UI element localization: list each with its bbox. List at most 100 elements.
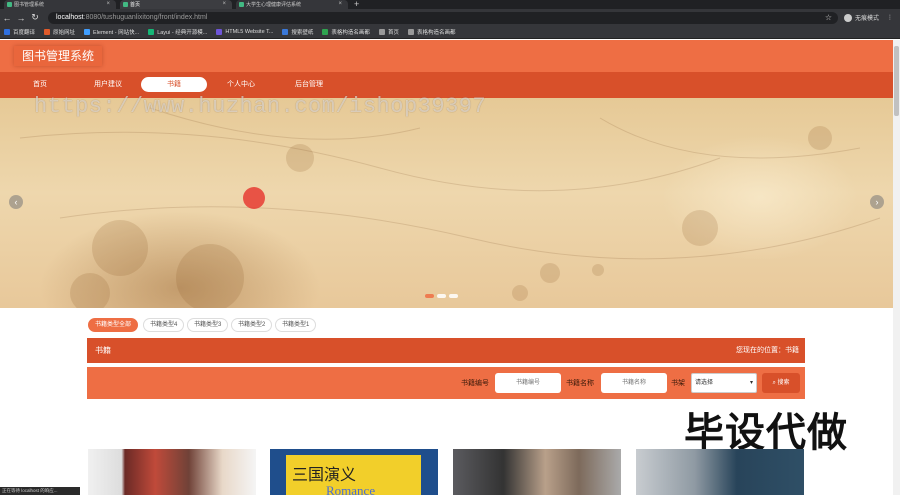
bookmark-label: HTML5 Website T... bbox=[225, 29, 274, 35]
tab-label: 首页 bbox=[130, 2, 141, 8]
vue-favicon-icon bbox=[123, 2, 128, 7]
vue-favicon-icon bbox=[7, 2, 12, 7]
status-bar: 正在等待 localhost 的响应... bbox=[0, 487, 80, 495]
category-chip[interactable]: 书籍类型3 bbox=[187, 318, 229, 332]
carousel-dot[interactable] bbox=[437, 294, 446, 298]
carousel-dot[interactable] bbox=[449, 294, 458, 298]
parchment-texture bbox=[19, 107, 881, 308]
site-logo: 图书管理系统 bbox=[14, 46, 103, 66]
profile-label: 无痕模式 bbox=[855, 16, 880, 22]
nav-item-home[interactable]: 首页 bbox=[18, 77, 62, 92]
close-icon[interactable]: × bbox=[338, 1, 342, 7]
page-scrollbar[interactable] bbox=[893, 40, 900, 495]
bookmark-item[interactable]: 原始网址 bbox=[44, 28, 75, 36]
tab-label: 大学生心理健康评估系统 bbox=[246, 2, 302, 8]
bookmark-item[interactable]: 表格构造名画都 bbox=[322, 28, 370, 36]
search-icon: ⌕ bbox=[772, 380, 776, 386]
bookmark-item[interactable]: 表格构造名画都 bbox=[407, 28, 456, 36]
bookmark-item[interactable]: HTML5 Website T... bbox=[216, 29, 273, 35]
bookmark-favicon-icon bbox=[282, 29, 289, 35]
search-button[interactable]: ⌕ 搜索 bbox=[762, 373, 800, 393]
bookmark-favicon-icon bbox=[322, 29, 329, 35]
carousel-dot[interactable] bbox=[425, 294, 434, 298]
carousel-indicators bbox=[425, 294, 458, 298]
book-code-input[interactable] bbox=[495, 373, 561, 393]
browser-tab[interactable]: 大学生心理健康评估系统 × bbox=[236, 0, 348, 9]
url-path: :8080/tushuguanlixitong/front/index.html bbox=[83, 14, 208, 21]
back-arrow-icon[interactable]: ← bbox=[0, 13, 14, 23]
site-header bbox=[0, 40, 893, 72]
bookmark-label: Layui - 经典开源模... bbox=[157, 30, 208, 36]
bookmark-label: Element - 网站快... bbox=[93, 30, 140, 36]
bookmark-favicon-icon bbox=[148, 29, 155, 35]
bookmark-favicon-icon bbox=[216, 29, 223, 35]
breadcrumb: 您现在的位置：书籍 bbox=[736, 347, 799, 354]
nav-item-admin[interactable]: 后台管理 bbox=[286, 77, 332, 92]
book-card[interactable] bbox=[636, 449, 804, 495]
bookmark-label: 表格构造名画都 bbox=[416, 30, 456, 36]
browser-tab[interactable]: 图书管理系统 × bbox=[4, 0, 116, 9]
book-card[interactable]: 三国演义 Romance bbox=[270, 449, 438, 495]
book-name-input[interactable] bbox=[601, 373, 667, 393]
book-code-label: 书籍编号 bbox=[461, 380, 489, 387]
browser-tab-strip: 图书管理系统 × 首页 × 大学生心理健康评估系统 × + bbox=[0, 0, 900, 9]
scrollbar-thumb[interactable] bbox=[894, 46, 899, 116]
bookmark-favicon-icon bbox=[407, 29, 414, 35]
bookmark-label: 百度翻译 bbox=[13, 30, 36, 36]
cursor-highlight bbox=[243, 187, 265, 209]
book-card[interactable] bbox=[88, 449, 256, 495]
bookmark-item[interactable]: Layui - 经典开源模... bbox=[148, 28, 207, 36]
profile-button[interactable]: 无痕模式 ⋮ bbox=[844, 13, 893, 22]
nav-item-suggestions[interactable]: 用户建议 bbox=[84, 77, 132, 92]
bookmark-favicon-icon bbox=[378, 29, 385, 35]
banner-carousel bbox=[0, 98, 893, 308]
nav-item-profile[interactable]: 个人中心 bbox=[218, 77, 264, 92]
bookmark-label: 搜索壁纸 bbox=[291, 30, 314, 36]
new-tab-button[interactable]: + bbox=[354, 0, 359, 9]
close-icon[interactable]: × bbox=[222, 1, 226, 7]
bookmark-favicon-icon bbox=[4, 29, 10, 35]
bookmark-label: 原始网址 bbox=[53, 30, 76, 36]
bookmark-favicon-icon bbox=[44, 29, 51, 35]
carousel-prev-button[interactable]: ‹ bbox=[9, 195, 23, 209]
category-chip[interactable]: 书籍类型4 bbox=[143, 318, 185, 332]
section-title: 书籍 bbox=[95, 346, 111, 355]
nav-item-books[interactable]: 书籍 bbox=[141, 77, 207, 92]
vue-favicon-icon bbox=[239, 2, 244, 7]
book-cover: 三国演义 Romance bbox=[286, 455, 421, 495]
shelf-select-value: 请选择 bbox=[695, 380, 714, 386]
watermark-text: https://www.huzhan.com/ishop39397 bbox=[34, 94, 487, 119]
search-button-label: 搜索 bbox=[777, 380, 790, 386]
tab-label: 图书管理系统 bbox=[14, 2, 45, 8]
bookmark-label: 表格构造名画都 bbox=[331, 30, 370, 36]
reload-icon[interactable]: ↻ bbox=[28, 12, 42, 23]
chevron-down-icon: ▾ bbox=[749, 380, 753, 386]
book-cover-title: 三国演义 bbox=[292, 467, 357, 484]
category-chip[interactable]: 书籍类型1 bbox=[275, 318, 317, 332]
carousel-next-button[interactable]: › bbox=[870, 195, 884, 209]
bookmarks-bar: 百度翻译 原始网址 Element - 网站快... Layui - 经典开源模...… bbox=[0, 26, 900, 39]
category-chip[interactable]: 书籍类型2 bbox=[231, 318, 273, 332]
bookmark-label: 首页 bbox=[387, 30, 399, 36]
close-icon[interactable]: × bbox=[106, 1, 110, 7]
bookmark-item[interactable]: 首页 bbox=[378, 28, 399, 36]
bookmark-favicon-icon bbox=[84, 29, 91, 35]
browser-tab-active[interactable]: 首页 × bbox=[120, 0, 232, 9]
bookmark-item[interactable]: 搜索壁纸 bbox=[282, 28, 313, 36]
bookmark-item[interactable]: 百度翻译 bbox=[4, 28, 35, 36]
section-title-bar: 书籍 您现在的位置：书籍 bbox=[87, 338, 805, 363]
url-host: localhost bbox=[56, 14, 84, 21]
shelf-label: 书架 bbox=[671, 380, 685, 387]
shelf-select[interactable]: 请选择 ▾ bbox=[691, 373, 757, 393]
bookmark-item[interactable]: Element - 网站快... bbox=[84, 28, 139, 36]
star-icon[interactable]: ☆ bbox=[825, 13, 832, 22]
book-card[interactable] bbox=[453, 449, 621, 495]
category-chip-all[interactable]: 书籍类型全部 bbox=[88, 318, 139, 332]
book-cover-subtitle: Romance bbox=[326, 483, 376, 495]
forward-arrow-icon[interactable]: → bbox=[14, 13, 28, 23]
url-input[interactable]: localhost:8080/tushuguanlixitong/front/i… bbox=[48, 11, 838, 24]
incognito-icon bbox=[844, 13, 852, 22]
book-name-label: 书籍名称 bbox=[566, 380, 594, 387]
menu-kebab-icon[interactable]: ⋮ bbox=[887, 14, 893, 21]
address-toolbar: ← → ↻ localhost:8080/tushuguanlixitong/f… bbox=[0, 9, 900, 26]
